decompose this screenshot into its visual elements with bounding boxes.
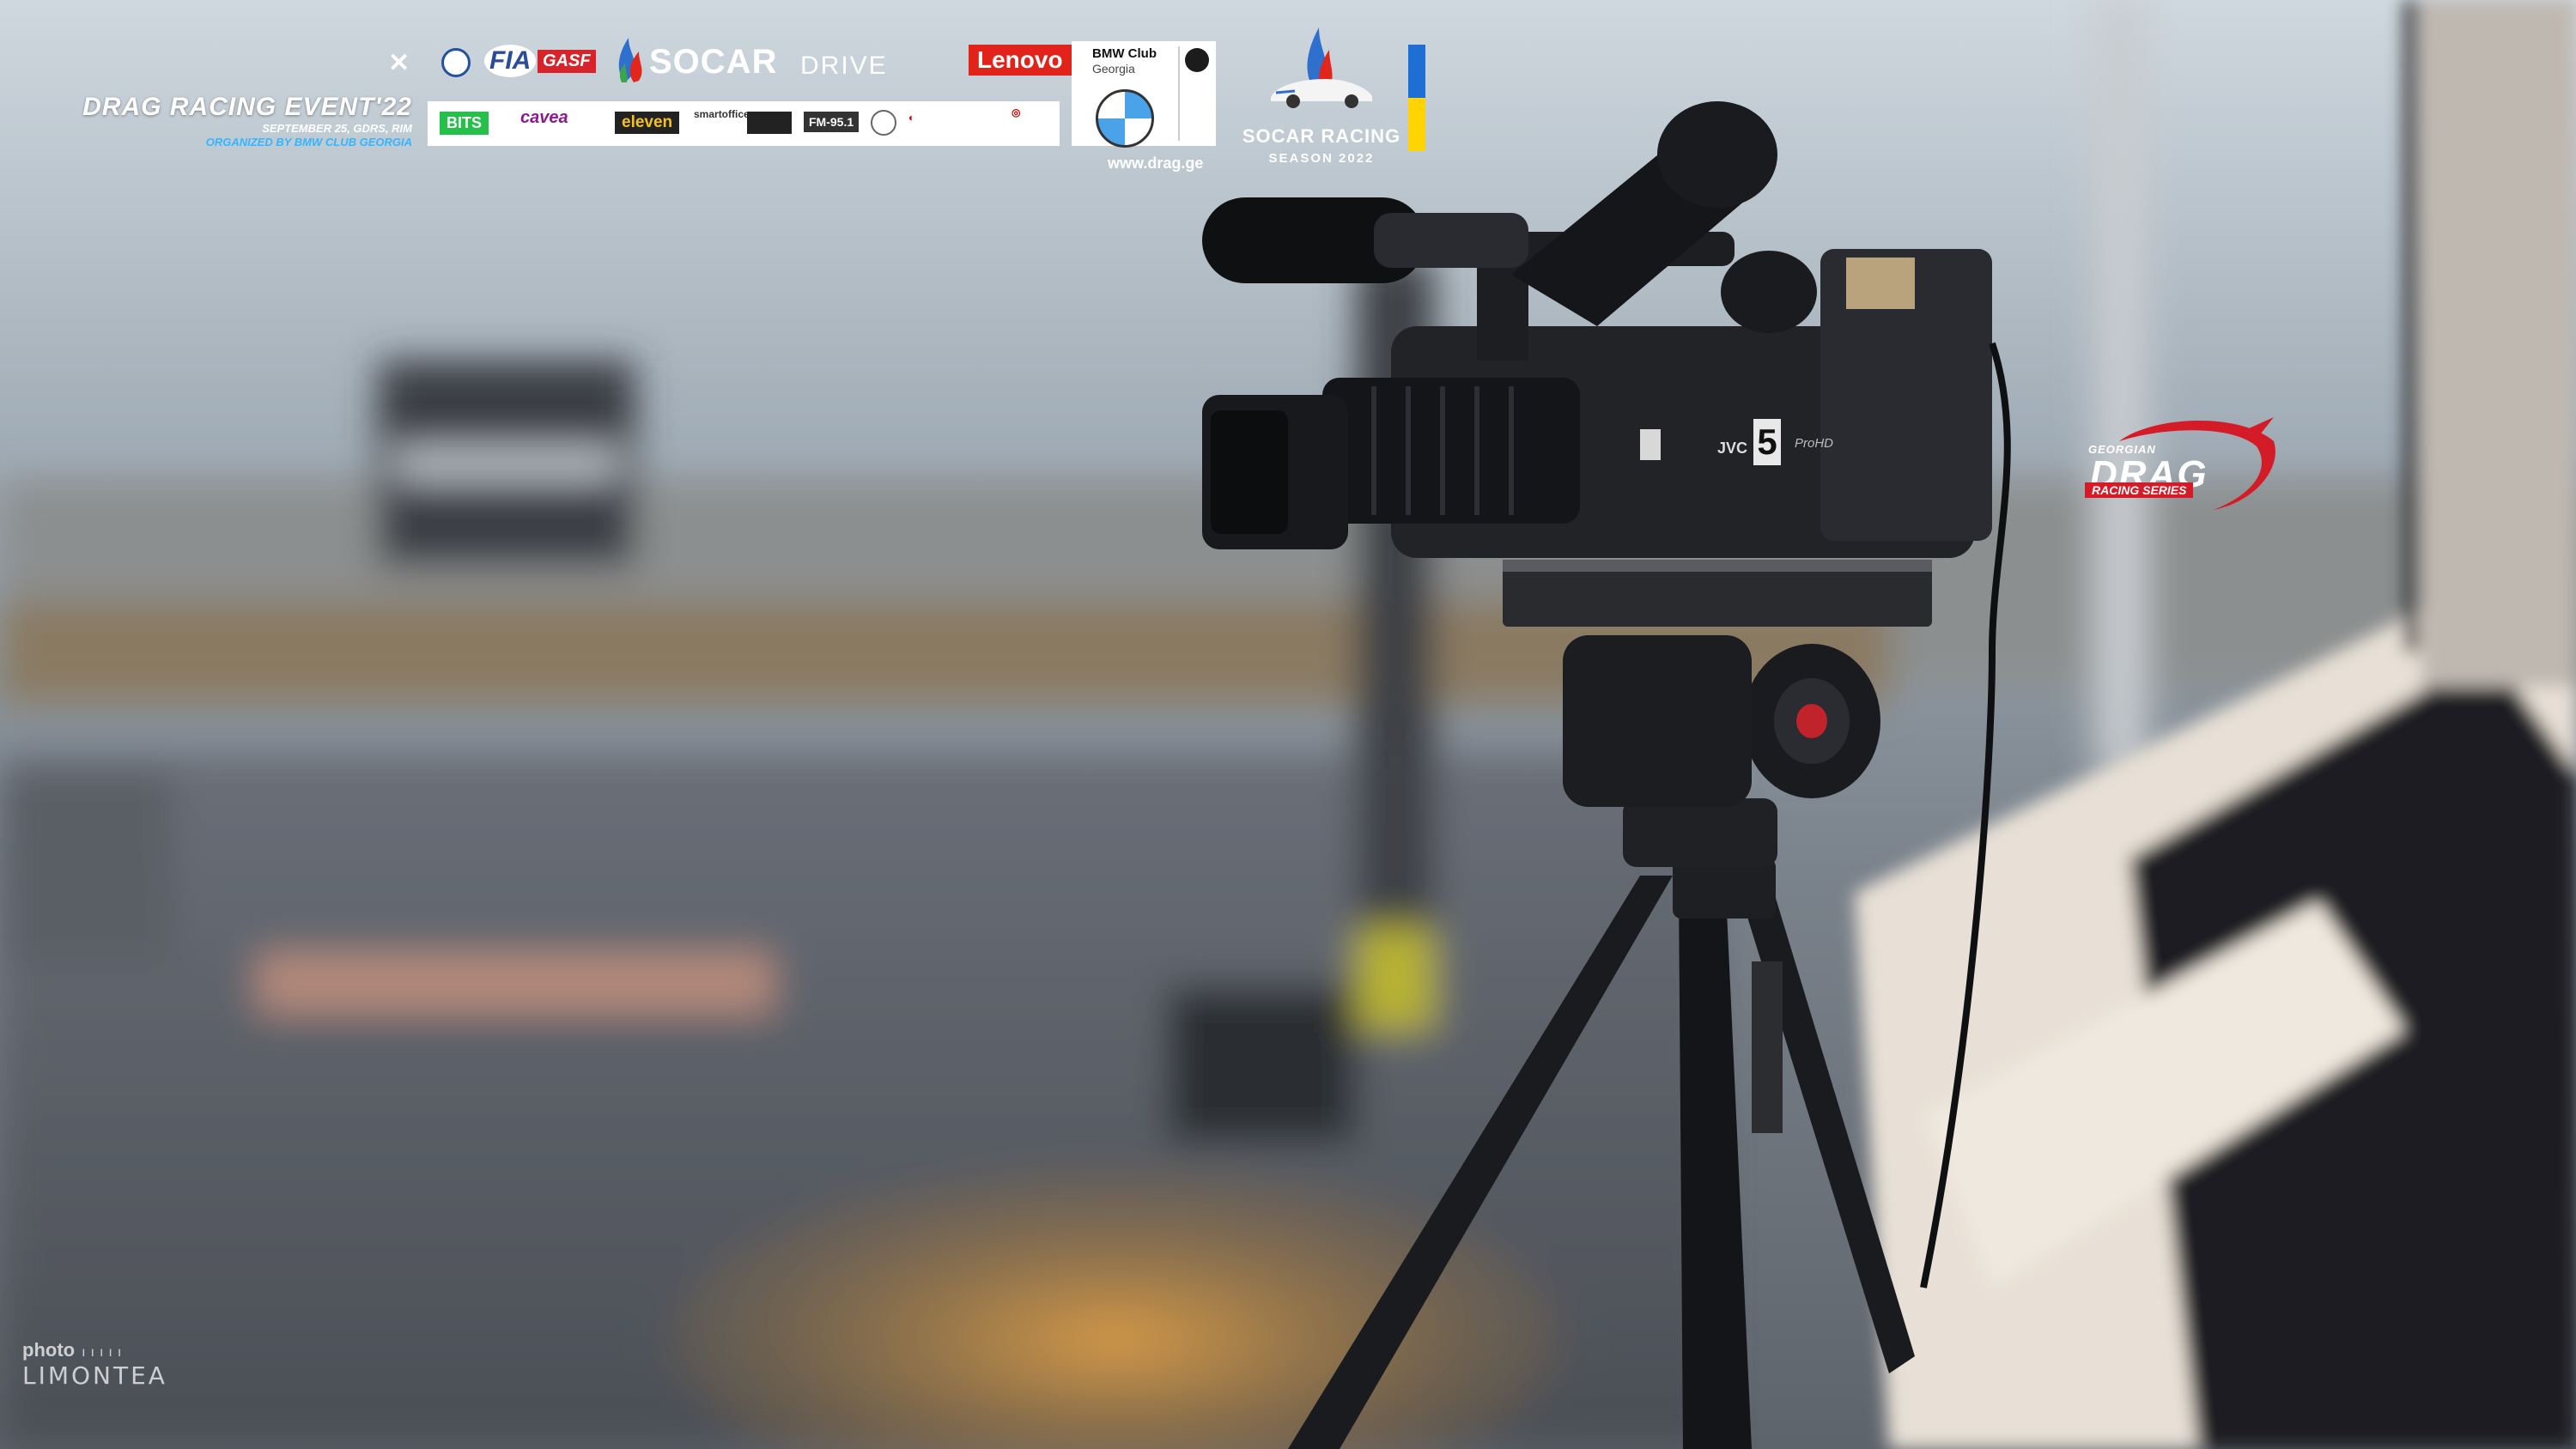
ukraine-flag-icon (1408, 45, 1425, 151)
sponsor-end-logo-icon: ◎ (1012, 106, 1021, 118)
bmw-club-country: Georgia (1092, 62, 1135, 76)
bmw-divider (1178, 46, 1180, 141)
camera-channel-badge: 5 (1753, 419, 1781, 465)
socar-logo: SOCAR (649, 43, 778, 81)
fia-logo: FIA (484, 45, 537, 77)
watermark-name: LIMONTEA (22, 1361, 167, 1390)
event-date: SEPTEMBER 25, GDRS, RIM (262, 122, 412, 135)
bmw-club-name: BMW Club (1092, 46, 1157, 61)
site-url: www.drag.ge (1108, 155, 1204, 172)
event-title: DRAG RACING EVENT'22 (82, 93, 412, 121)
bits-logo: BITS (440, 112, 489, 135)
sponsor-red-logo-icon: ◐ (908, 112, 915, 124)
flag-x-icon: ✕ (388, 49, 410, 77)
federation-logo-icon (441, 48, 471, 77)
drag-series-subtitle: RACING SERIES (2085, 482, 2194, 498)
background-photo (0, 0, 2576, 1449)
top-sponsor-row: ✕ FIA GASF SOCAR DRIVE Lenovo (388, 33, 1072, 94)
sponsor-badge-icon (747, 112, 792, 134)
drive-logo: DRIVE (800, 52, 888, 80)
bmw-roundel-icon (1185, 48, 1209, 72)
camera-model-label: ProHD (1795, 436, 1834, 451)
event-header: DRAG RACING EVENT'22 SEPTEMBER 25, GDRS,… (52, 93, 412, 149)
race-car-icon (1271, 79, 1372, 108)
socar-racing-title: SOCAR RACING (1242, 125, 1401, 147)
gasf-logo: GASF (538, 50, 596, 73)
bmw-roundel-large-icon (1096, 89, 1154, 148)
mazda-logo-icon (871, 110, 896, 136)
camera-brand-label: JVC (1717, 440, 1748, 457)
socar-racing-logo: SOCAR RACING SEASON 2022 (1223, 24, 1429, 179)
watermark-dots: ııııı (82, 1345, 127, 1360)
lenovo-logo: Lenovo (969, 45, 1072, 76)
photo-scene (0, 0, 2576, 1449)
photographer-watermark: photo ııııı LIMONTEA (22, 1339, 167, 1390)
radio-logo: FM-95.1 (804, 112, 860, 132)
bmw-club-logo: BMW Club Georgia (1072, 41, 1216, 148)
sponsor-strip: BITS cavea eleven smartoffice.ge FM-95.1… (428, 101, 1060, 146)
cavea-logo: cavea (520, 108, 568, 127)
event-organizer: ORGANIZED BY BMW CLUB GEORGIA (205, 136, 412, 149)
eleven-logo: eleven (615, 112, 680, 134)
socar-flame-icon (618, 38, 642, 82)
watermark-photo-label: photo (22, 1339, 76, 1361)
drag-racing-series-logo: GEORGIAN DRAG RACING SERIES (2068, 415, 2291, 518)
socar-racing-season: SEASON 2022 (1268, 151, 1375, 166)
